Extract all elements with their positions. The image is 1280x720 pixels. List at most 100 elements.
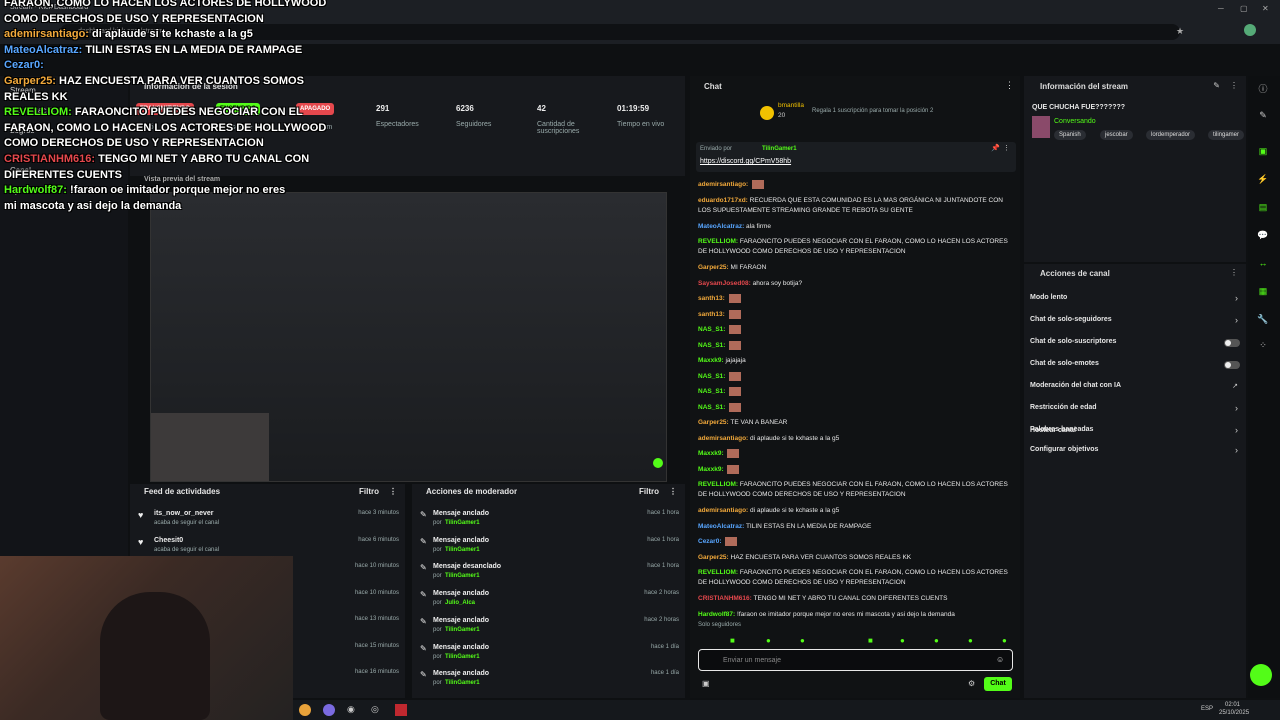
chat-message[interactable]: santh13: bbox=[698, 309, 1013, 320]
more-icon[interactable]: ⋮ bbox=[669, 487, 677, 496]
emoji-icon[interactable]: ☺ bbox=[996, 655, 1004, 664]
expand-icon[interactable]: ↔ bbox=[1256, 258, 1270, 272]
gift-sub-cta[interactable]: Regala 1 suscripción para tomar la posic… bbox=[812, 108, 933, 114]
obs-icon[interactable]: ◎ bbox=[371, 704, 379, 715]
channel-action-item[interactable]: Chat de solo-seguidores bbox=[1030, 316, 1112, 323]
channel-action-item[interactable]: Chat de solo-suscriptores bbox=[1030, 338, 1116, 345]
chat-message[interactable]: Maxxk9: jajajaja bbox=[698, 356, 1013, 366]
chat-message[interactable]: NAS_S1: bbox=[698, 340, 1013, 351]
chat-username[interactable]: CRISTIANHM616: bbox=[698, 595, 752, 602]
app-icon[interactable] bbox=[323, 704, 335, 716]
toggle-switch[interactable] bbox=[1224, 339, 1240, 347]
chat-username[interactable]: Maxxk9: bbox=[698, 450, 724, 457]
wrench-icon[interactable]: 🔧 bbox=[1256, 314, 1270, 328]
pin-icon[interactable]: 📌 bbox=[991, 144, 1000, 152]
chat-message[interactable]: REVELLIOM: FARAONCITO PUEDES NEGOCIAR CO… bbox=[698, 480, 1013, 500]
mod-action-user[interactable]: TilinGamer1 bbox=[445, 627, 480, 633]
chat-username[interactable]: MateoAlcatraz: bbox=[698, 523, 744, 530]
steam-icon[interactable]: ◉ bbox=[347, 704, 355, 715]
more-icon[interactable]: ⋮ bbox=[1230, 268, 1238, 277]
chat-username[interactable]: Maxxk9: bbox=[698, 357, 724, 364]
chat-username[interactable]: ademirsantiago: bbox=[698, 507, 748, 514]
chat-username[interactable]: NAS_S1: bbox=[698, 342, 725, 349]
chat-message[interactable]: Maxxk9: bbox=[698, 449, 1013, 459]
chat-username[interactable]: REVELLIOM: bbox=[698, 481, 738, 488]
chat-username[interactable]: Cezar0: bbox=[698, 538, 721, 545]
chat-message[interactable]: santh13: bbox=[698, 294, 1013, 304]
chat-message[interactable]: Cezar0: bbox=[698, 537, 1013, 547]
chat-settings-icon[interactable]: ⚙ bbox=[968, 679, 975, 688]
feed-item-name[interactable]: its_now_or_never bbox=[154, 510, 214, 517]
chat-username[interactable]: NAS_S1: bbox=[698, 373, 725, 380]
chat-username[interactable]: Maxxk9: bbox=[698, 466, 724, 473]
send-chat-button[interactable]: Chat bbox=[984, 677, 1012, 691]
chat-message[interactable]: ademirsantiago: di aplaude si te kchaste… bbox=[698, 506, 1013, 516]
grid-icon[interactable]: ▦ bbox=[1256, 286, 1270, 300]
pinned-message[interactable]: Enviado por TilinGamer1 https://discord.… bbox=[696, 142, 1016, 172]
emote-icon[interactable]: ● bbox=[1002, 636, 1007, 645]
channel-action-item[interactable]: Hostear canal bbox=[1030, 427, 1076, 434]
channel-action-item[interactable]: Moderación del chat con IA bbox=[1030, 382, 1121, 389]
chat-message[interactable]: Garper25: TE VAN A BANEAR bbox=[698, 418, 1013, 428]
star-icon[interactable]: ★ bbox=[1176, 26, 1184, 37]
bolt-icon[interactable]: ⚡ bbox=[1256, 174, 1270, 188]
more-icon[interactable]: ⋮ bbox=[389, 487, 397, 496]
chat-message[interactable]: NAS_S1: bbox=[698, 402, 1013, 413]
chat-username[interactable]: Garper25: bbox=[698, 419, 729, 426]
chat-username[interactable]: eduardo1717xd: bbox=[698, 197, 748, 204]
chat-message[interactable]: NAS_S1: bbox=[698, 387, 1013, 397]
app-icon[interactable] bbox=[395, 704, 407, 716]
emote-icon[interactable]: ● bbox=[934, 636, 939, 645]
mod-action-user[interactable]: TilinGamer1 bbox=[445, 680, 480, 686]
tool-icon[interactable]: ▣ bbox=[1256, 146, 1270, 160]
feed-filter-button[interactable]: Filtro bbox=[359, 487, 379, 496]
chat-input[interactable]: Enviar un mensaje bbox=[698, 649, 1013, 671]
emote-icon[interactable]: ● bbox=[968, 636, 973, 645]
more-icon[interactable]: ⋮ bbox=[1005, 80, 1014, 91]
chat-message[interactable]: ademirsantiago: di aplaude si te kxhaste… bbox=[698, 434, 1013, 444]
chat-message[interactable]: CRISTIANHM616: TENGO MI NET Y ABRO TU CA… bbox=[698, 594, 1013, 604]
more-icon[interactable]: ⋮ bbox=[1003, 144, 1010, 152]
pinned-by-user[interactable]: TilinGamer1 bbox=[762, 146, 797, 152]
emote-icon[interactable]: ■ bbox=[868, 636, 873, 645]
chat-message[interactable]: NAS_S1: bbox=[698, 371, 1013, 382]
chevron-right-icon[interactable]: › bbox=[1235, 403, 1238, 413]
gift-icon[interactable]: ▣ bbox=[702, 679, 710, 688]
chat-message[interactable]: Hardwolf87: !faraon oe imitador porque m… bbox=[698, 610, 1013, 620]
chat-username[interactable]: Hardwolf87: bbox=[698, 611, 735, 618]
chat-message[interactable]: ademirsantiago: bbox=[698, 180, 1013, 190]
chat-icon[interactable]: 💬 bbox=[1256, 230, 1270, 244]
external-link-icon[interactable]: ↗ bbox=[1232, 382, 1238, 390]
feed-item-name[interactable]: Cheesit0 bbox=[154, 537, 183, 544]
clock-time[interactable]: 02:01 bbox=[1225, 702, 1240, 708]
chat-message[interactable]: REVELLIOM: FARAONCITO PUEDES NEGOCIAR CO… bbox=[698, 237, 1013, 257]
mod-action-user[interactable]: TilinGamer1 bbox=[445, 654, 480, 660]
chat-username[interactable]: Garper25: bbox=[698, 264, 729, 271]
maximize-icon[interactable]: ▢ bbox=[1240, 4, 1248, 13]
chat-message[interactable]: REVELLIOM: FARAONCITO PUEDES NEGOCIAR CO… bbox=[698, 568, 1013, 588]
more-icon[interactable]: ⋮ bbox=[1230, 81, 1238, 90]
chat-username[interactable]: NAS_S1: bbox=[698, 326, 725, 333]
chat-username[interactable]: ademirsantiago: bbox=[698, 181, 748, 188]
clock-date[interactable]: 25/10/2025 bbox=[1219, 710, 1249, 716]
profile-avatar[interactable] bbox=[1244, 24, 1256, 36]
chat-username[interactable]: santh13: bbox=[698, 311, 725, 318]
chat-message[interactable]: MateoAlcatraz: TILIN ESTAS EN LA MEDIA D… bbox=[698, 522, 1013, 532]
channel-action-item[interactable]: Modo lento bbox=[1030, 294, 1067, 301]
chrome-icon[interactable] bbox=[299, 704, 311, 716]
edit-icon[interactable]: ✎ bbox=[1213, 81, 1220, 90]
emote-icon[interactable]: ● bbox=[766, 636, 771, 645]
mod-action-user[interactable]: Julio_Alca bbox=[445, 600, 475, 606]
channel-action-item[interactable]: Configurar objetivos bbox=[1030, 446, 1098, 453]
channel-action-item[interactable]: Chat de solo-emotes bbox=[1030, 360, 1099, 367]
chat-message[interactable]: SaysamJosed08: ahora soy botija? bbox=[698, 279, 1013, 289]
minimize-icon[interactable]: ─ bbox=[1218, 4, 1224, 13]
mod-action-user[interactable]: TilinGamer1 bbox=[445, 520, 480, 526]
pinned-link[interactable]: https://discord.gg/CPmV58hb bbox=[700, 158, 791, 165]
chevron-right-icon[interactable]: › bbox=[1235, 315, 1238, 325]
chat-message[interactable]: Maxxk9: bbox=[698, 464, 1013, 475]
channel-action-item[interactable]: Restricción de edad bbox=[1030, 404, 1097, 411]
chat-bubble-button[interactable] bbox=[1250, 664, 1272, 686]
apps-icon[interactable]: ⁘ bbox=[1256, 340, 1270, 354]
close-icon[interactable]: ✕ bbox=[1262, 4, 1269, 13]
